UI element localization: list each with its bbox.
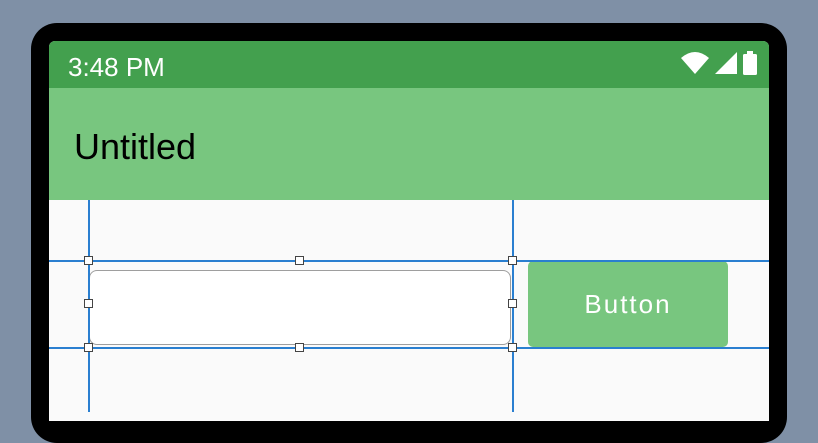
phone-screen: 3:48 PM Untitled Button bbox=[49, 41, 769, 421]
resize-handle-bottom-left[interactable] bbox=[84, 343, 93, 352]
guide-line-top bbox=[49, 260, 769, 262]
app-title: Untitled bbox=[74, 126, 197, 167]
resize-handle-top-left[interactable] bbox=[84, 256, 93, 265]
guide-line-bottom bbox=[49, 347, 769, 349]
resize-handle-bottom-right[interactable] bbox=[508, 343, 517, 352]
resize-handle-middle-left[interactable] bbox=[84, 299, 93, 308]
resize-handle-top-center[interactable] bbox=[295, 256, 304, 265]
button[interactable]: Button bbox=[528, 261, 728, 347]
status-time: 3:48 PM bbox=[68, 52, 165, 82]
resize-handle-middle-right[interactable] bbox=[508, 299, 517, 308]
app-bar: Untitled bbox=[49, 88, 769, 200]
wifi-icon bbox=[681, 51, 709, 79]
cellular-icon bbox=[715, 51, 737, 79]
resize-handle-top-right[interactable] bbox=[508, 256, 517, 265]
battery-icon bbox=[743, 50, 757, 80]
resize-handle-bottom-center[interactable] bbox=[295, 343, 304, 352]
status-icons bbox=[681, 50, 757, 80]
text-input-field[interactable] bbox=[89, 270, 511, 345]
status-bar: 3:48 PM bbox=[49, 41, 769, 88]
content-area: Button bbox=[49, 200, 769, 421]
